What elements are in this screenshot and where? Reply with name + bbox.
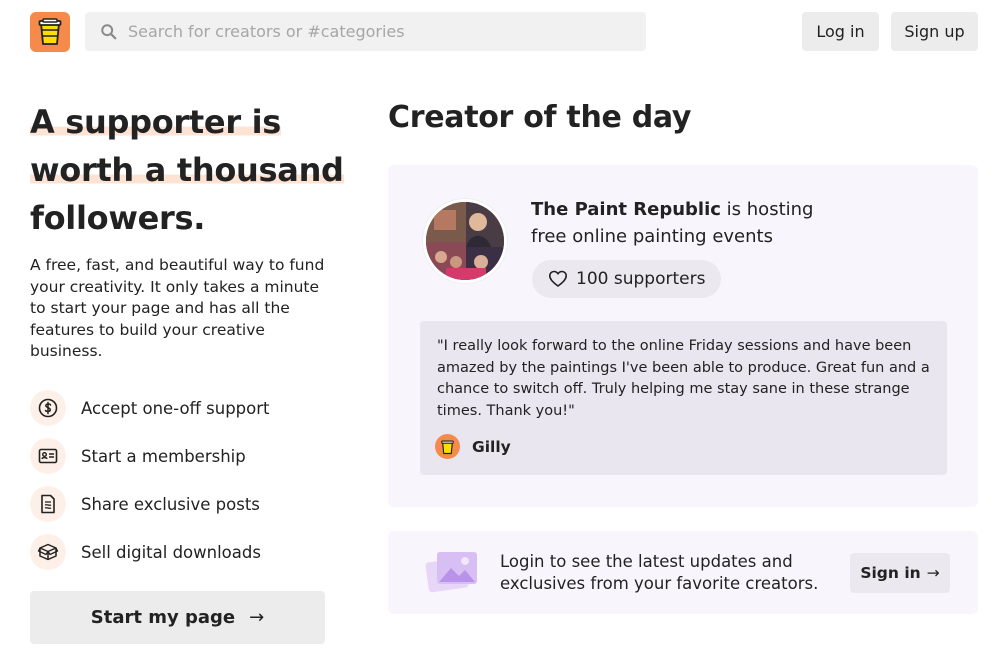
quote-author: Gilly	[435, 434, 511, 459]
box-icon	[30, 534, 66, 570]
signin-label: Sign in	[860, 564, 921, 582]
feature-item: Start a membership	[30, 432, 270, 480]
feature-item: Sell digital downloads	[30, 528, 270, 576]
testimonial-quote: "I really look forward to the online Fri…	[420, 321, 947, 475]
login-prompt-text: Login to see the latest updates and excl…	[500, 552, 819, 593]
arrow-right-icon: →	[249, 607, 265, 628]
login-button[interactable]: Log in	[802, 12, 879, 51]
login-prompt-card: Login to see the latest updates and excl…	[388, 531, 978, 614]
search-bar[interactable]	[85, 12, 646, 51]
dollar-coin-icon	[30, 390, 66, 426]
creator-name[interactable]: The Paint Republic	[531, 199, 721, 220]
feature-item: Accept one-off support	[30, 384, 270, 432]
search-icon	[101, 23, 117, 39]
author-avatar	[435, 434, 460, 459]
supporters-count: 100 supporters	[576, 269, 706, 289]
feature-label: Sell digital downloads	[81, 542, 261, 562]
creator-of-day-title: Creator of the day	[388, 100, 692, 135]
start-my-page-button[interactable]: Start my page →	[30, 591, 325, 644]
search-input[interactable]	[128, 22, 608, 41]
arrow-right-icon: →	[926, 564, 940, 582]
author-name: Gilly	[472, 437, 511, 456]
sign-in-button[interactable]: Sign in →	[850, 553, 950, 593]
creator-card: The Paint Republic is hosting free onlin…	[388, 165, 978, 507]
membership-card-icon	[30, 438, 66, 474]
hero-subtext: A free, fast, and beautiful way to fund …	[30, 256, 325, 360]
feature-list: Accept one-off support Start a membershi…	[30, 384, 270, 576]
coffee-cup-icon	[38, 18, 62, 45]
feature-label: Start a membership	[81, 446, 246, 466]
hero-headline: A supporter is worth a thousand follower…	[30, 98, 360, 242]
heart-icon	[549, 270, 567, 287]
feature-label: Accept one-off support	[81, 398, 270, 418]
creator-description: The Paint Republic is hosting free onlin…	[531, 196, 851, 250]
coffee-cup-icon	[441, 440, 454, 454]
bmc-logo[interactable]	[30, 12, 70, 52]
feature-item: Share exclusive posts	[30, 480, 270, 528]
creator-avatar[interactable]	[423, 199, 507, 283]
headline-line-1: A supporter is	[30, 103, 282, 141]
image-gallery-icon	[425, 552, 477, 593]
headline-line-3: followers.	[30, 199, 206, 237]
supporters-badge: 100 supporters	[532, 260, 722, 298]
quote-text: "I really look forward to the online Fri…	[437, 338, 930, 419]
headline-line-2: worth a thousand	[30, 151, 344, 189]
start-button-label: Start my page	[90, 607, 236, 628]
feature-label: Share exclusive posts	[81, 494, 260, 514]
document-icon	[30, 486, 66, 522]
signup-button[interactable]: Sign up	[891, 12, 978, 51]
